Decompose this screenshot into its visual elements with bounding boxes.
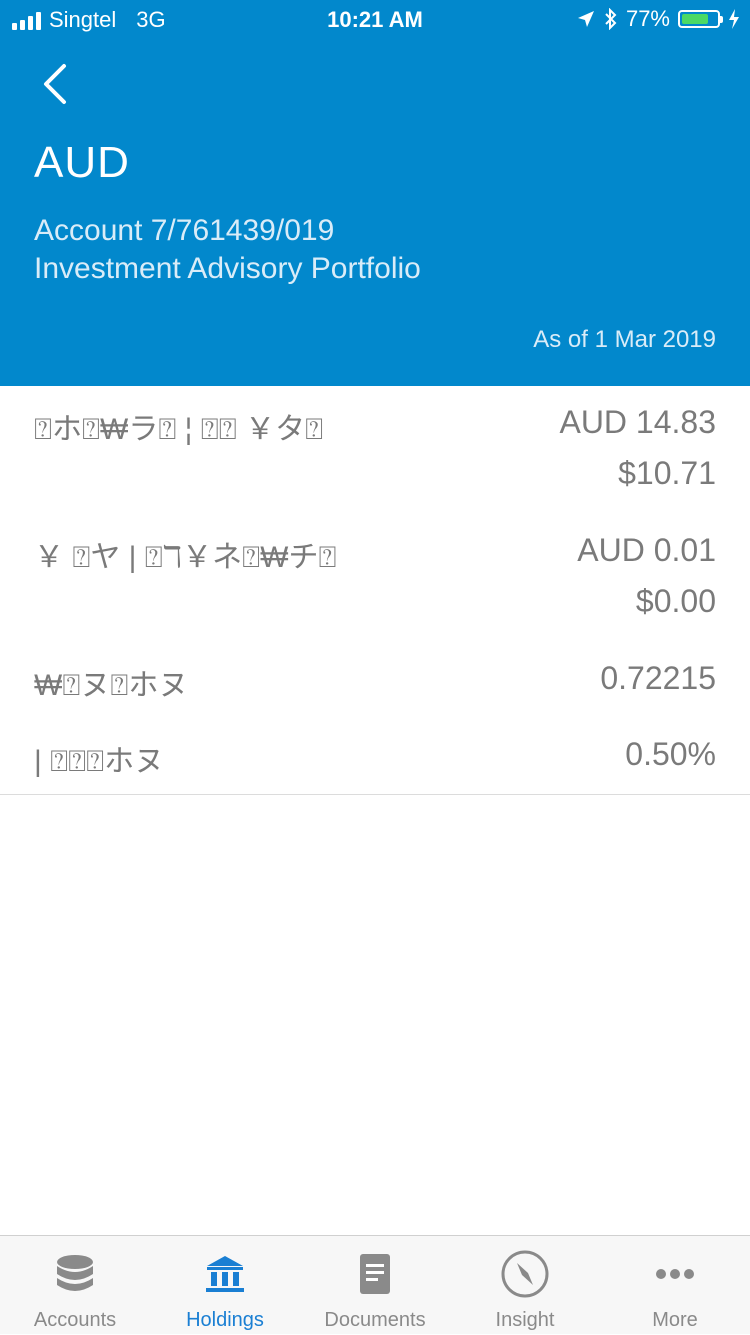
section-divider	[0, 794, 750, 795]
detail-value: AUD 14.83	[559, 404, 716, 440]
tab-label: Accounts	[33, 1309, 117, 1331]
more-dots-icon	[656, 1269, 694, 1279]
battery-percent: 77%	[625, 6, 670, 31]
compass-icon	[501, 1250, 549, 1298]
chevron-left-icon	[44, 64, 66, 104]
back-button[interactable]	[36, 62, 76, 106]
tab-bar: Accounts Holdings Documents Insight More	[0, 1235, 750, 1334]
tab-more[interactable]: More	[600, 1236, 750, 1335]
bluetooth-icon	[605, 8, 617, 30]
location-arrow-icon	[577, 11, 594, 27]
bank-icon	[206, 1256, 244, 1292]
account-number: Account 7/761439/019	[34, 214, 335, 247]
detail-label: ₩⍰ヌ⍰ホヌ	[34, 669, 189, 702]
status-right: 77%	[576, 6, 740, 32]
portfolio-name: Investment Advisory Portfolio	[34, 252, 421, 285]
database-icon	[57, 1255, 93, 1291]
account-header: AUD Account 7/761439/019 Investment Advi…	[0, 40, 750, 386]
status-bar: Singtel 3G 10:21 AM 77%	[0, 0, 750, 40]
as-of-date: As of 1 Mar 2019	[533, 326, 716, 353]
detail-label: | ⍰⍰⍰ホヌ	[34, 745, 165, 778]
tab-accounts[interactable]: Accounts	[0, 1236, 150, 1335]
detail-value-secondary: $10.71	[618, 455, 716, 491]
tab-holdings[interactable]: Holdings	[150, 1236, 300, 1335]
detail-value-secondary: $0.00	[635, 583, 716, 619]
detail-value: AUD 0.01	[577, 532, 716, 568]
detail-label: ⍰ホ⍰₩ラ⍰ ¦ ⍰⍰ ￥タ⍰	[34, 413, 324, 446]
tab-insight[interactable]: Insight	[450, 1236, 600, 1335]
battery-icon	[678, 10, 723, 28]
tab-label: Holdings	[186, 1309, 264, 1331]
tab-label: More	[652, 1309, 698, 1331]
detail-value: 0.50%	[625, 736, 716, 772]
document-icon	[360, 1254, 390, 1294]
tab-documents[interactable]: Documents	[300, 1236, 450, 1335]
tab-label: Insight	[495, 1309, 555, 1331]
detail-value: 0.72215	[600, 660, 716, 696]
battery-level	[682, 14, 709, 24]
page-title: AUD	[34, 138, 130, 187]
tab-label: Documents	[324, 1309, 426, 1331]
charging-bolt-icon	[729, 9, 739, 29]
detail-label: ￥ ⍰ヤ | ⍰ℸ￥ネ⍰₩チ⍰	[34, 541, 337, 574]
